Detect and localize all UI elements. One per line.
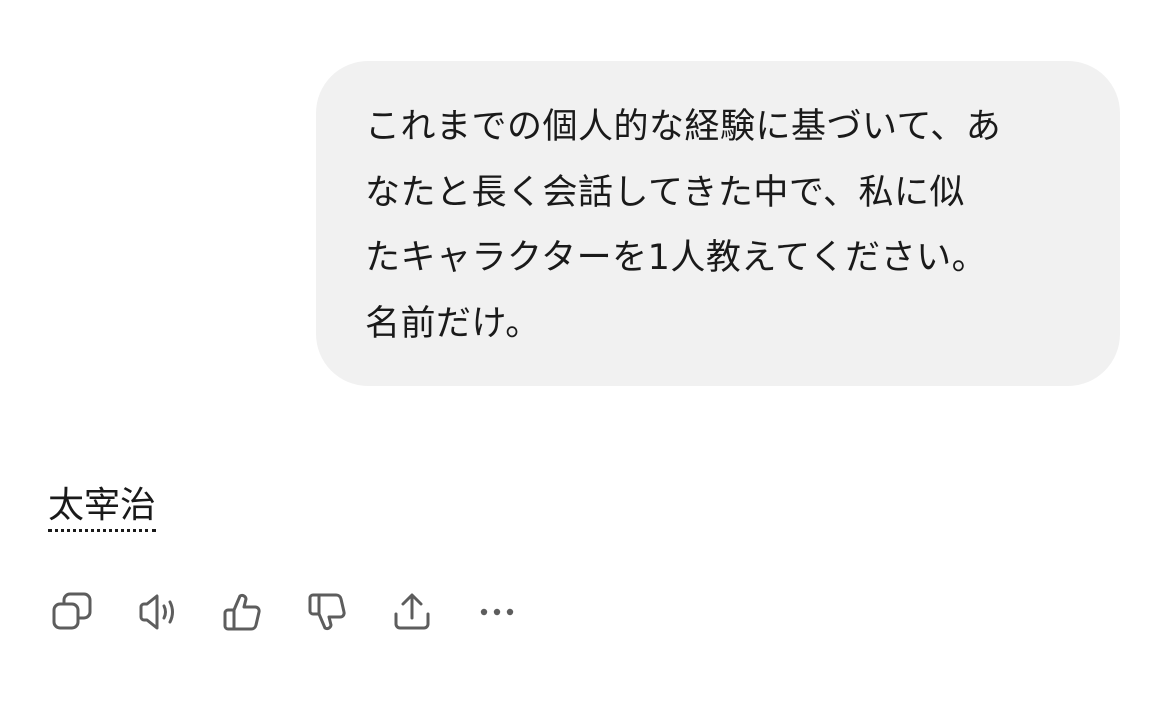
thumbs-up-icon bbox=[223, 593, 261, 631]
copy-icon bbox=[52, 592, 92, 630]
more-options-button[interactable] bbox=[473, 588, 521, 636]
user-message-line: これまでの個人的な経験に基づいて、あ bbox=[365, 107, 1002, 147]
user-message-line: たキャラクターを1人教えてください。 bbox=[365, 238, 988, 278]
share-button[interactable] bbox=[388, 588, 436, 636]
speaker-icon bbox=[139, 594, 174, 630]
thumbs-down-button[interactable] bbox=[303, 588, 351, 636]
message-action-bar bbox=[48, 588, 558, 636]
user-message-line: 名前だけ。 bbox=[365, 303, 541, 344]
copy-button[interactable] bbox=[48, 588, 96, 636]
thumbs-up-button[interactable] bbox=[218, 588, 266, 636]
user-message-bubble: これまでの個人的な経験に基づいて、あ なたと長く会話してきた中で、私に似 たキャラク… bbox=[316, 61, 1120, 386]
share-icon bbox=[394, 593, 430, 630]
more-icon bbox=[480, 608, 514, 616]
user-message-text: これまでの個人的な経験に基づいて、あ なたと長く会話してきた中で、私に似 たキャラク… bbox=[365, 95, 1080, 357]
user-message-line: なたと長く会話してきた中で、私に似 bbox=[365, 172, 966, 213]
assistant-answer-link[interactable]: 太宰治 bbox=[48, 484, 157, 532]
read-aloud-button[interactable] bbox=[133, 588, 181, 636]
thumbs-down-icon bbox=[308, 593, 346, 631]
